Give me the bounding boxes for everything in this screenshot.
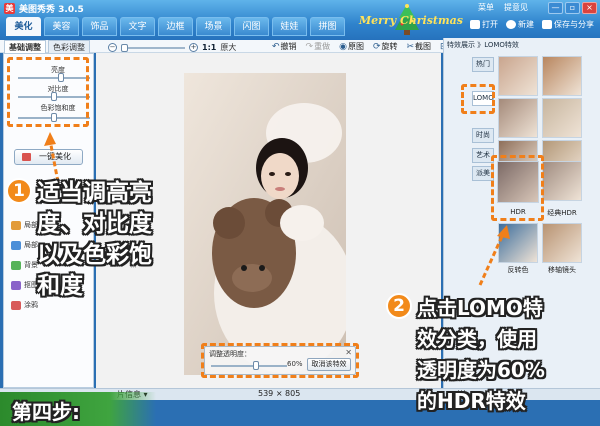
step-1-instructions: 适当调高亮 度、对比度 以及色彩饱 和度 <box>37 180 152 299</box>
step-2-instructions: 点击LOMO特 效分类，使用 透明度为60% 的HDR特效 <box>417 296 545 413</box>
step-banner-text: 第四步: <box>12 400 80 424</box>
step-1-badge: 1 <box>6 178 32 204</box>
step-2-badge: 2 <box>386 293 412 319</box>
